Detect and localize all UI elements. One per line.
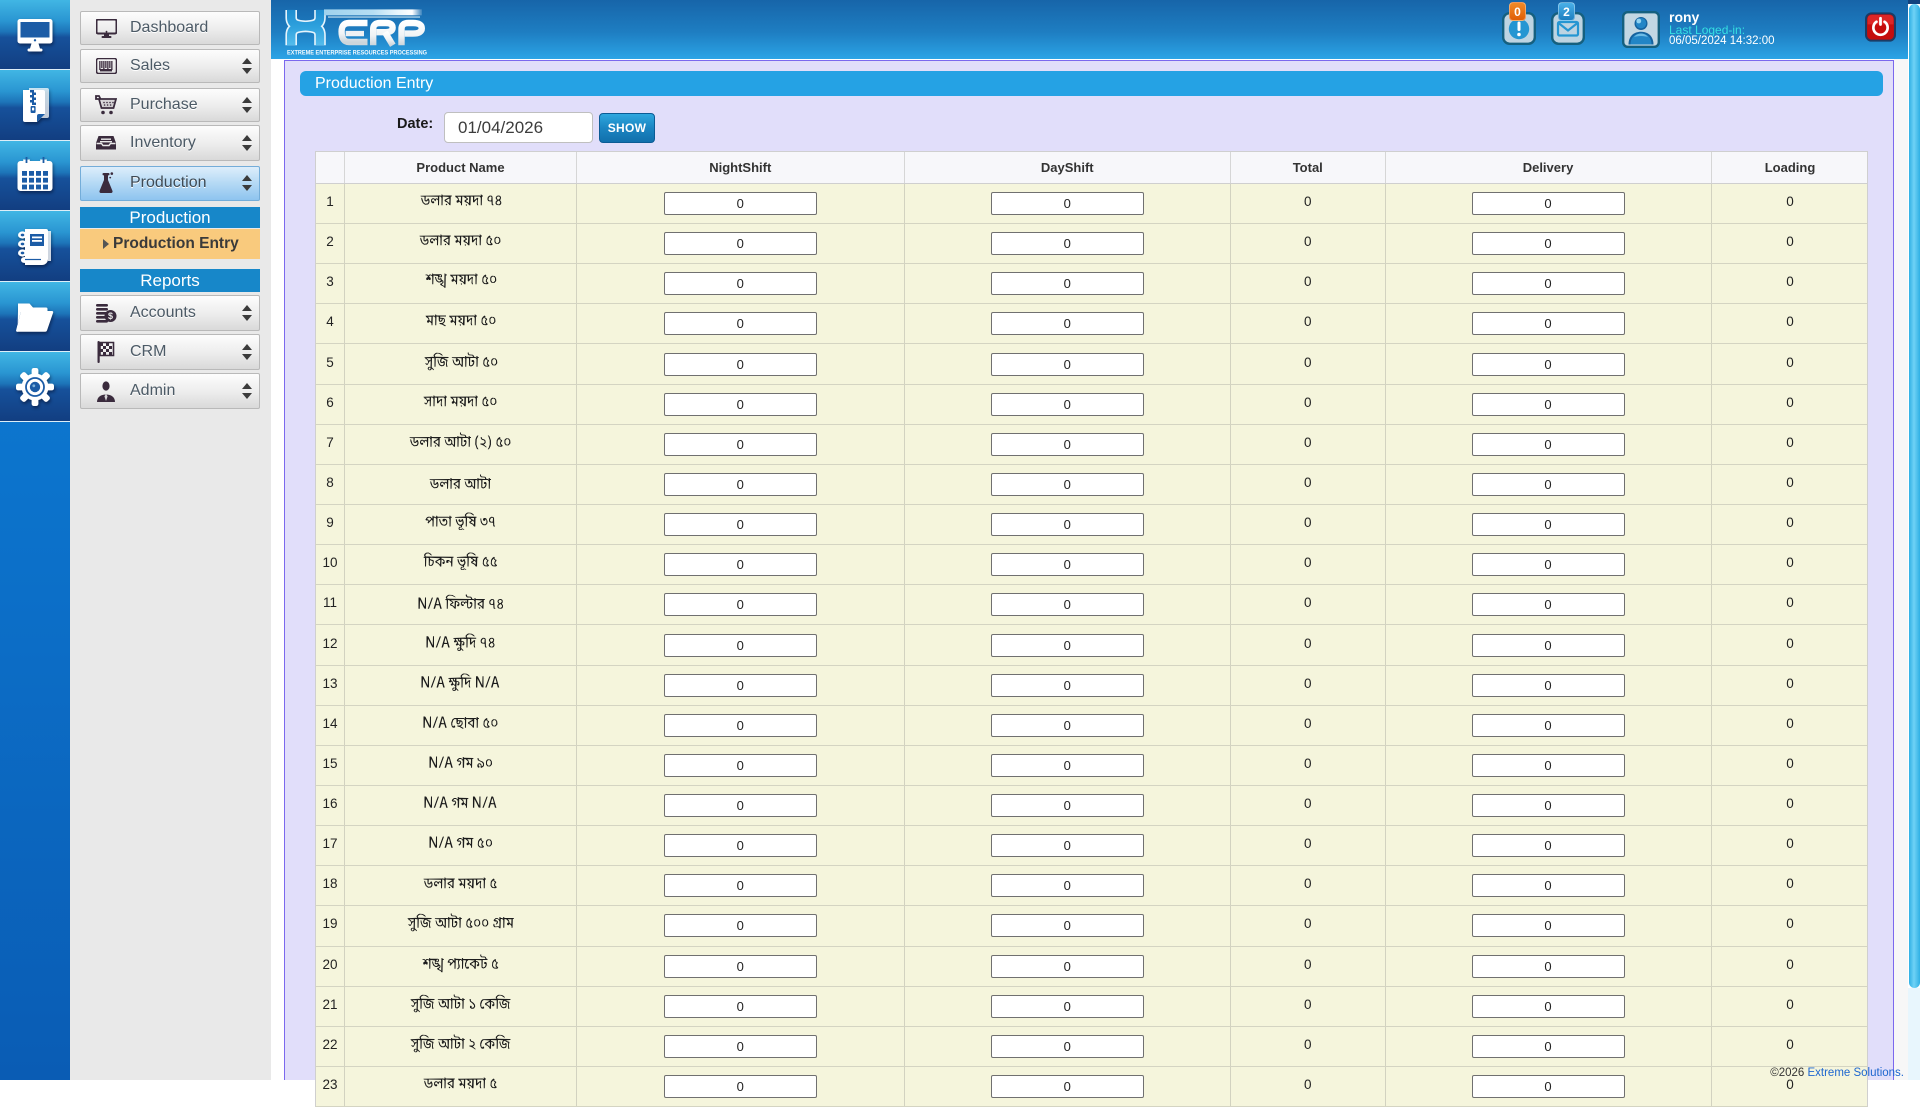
svg-text:EXTREME ENTERPRISE RESOURCES P: EXTREME ENTERPRISE RESOURCES PROCESSING [287, 49, 427, 56]
svg-text:$: $ [108, 311, 113, 321]
